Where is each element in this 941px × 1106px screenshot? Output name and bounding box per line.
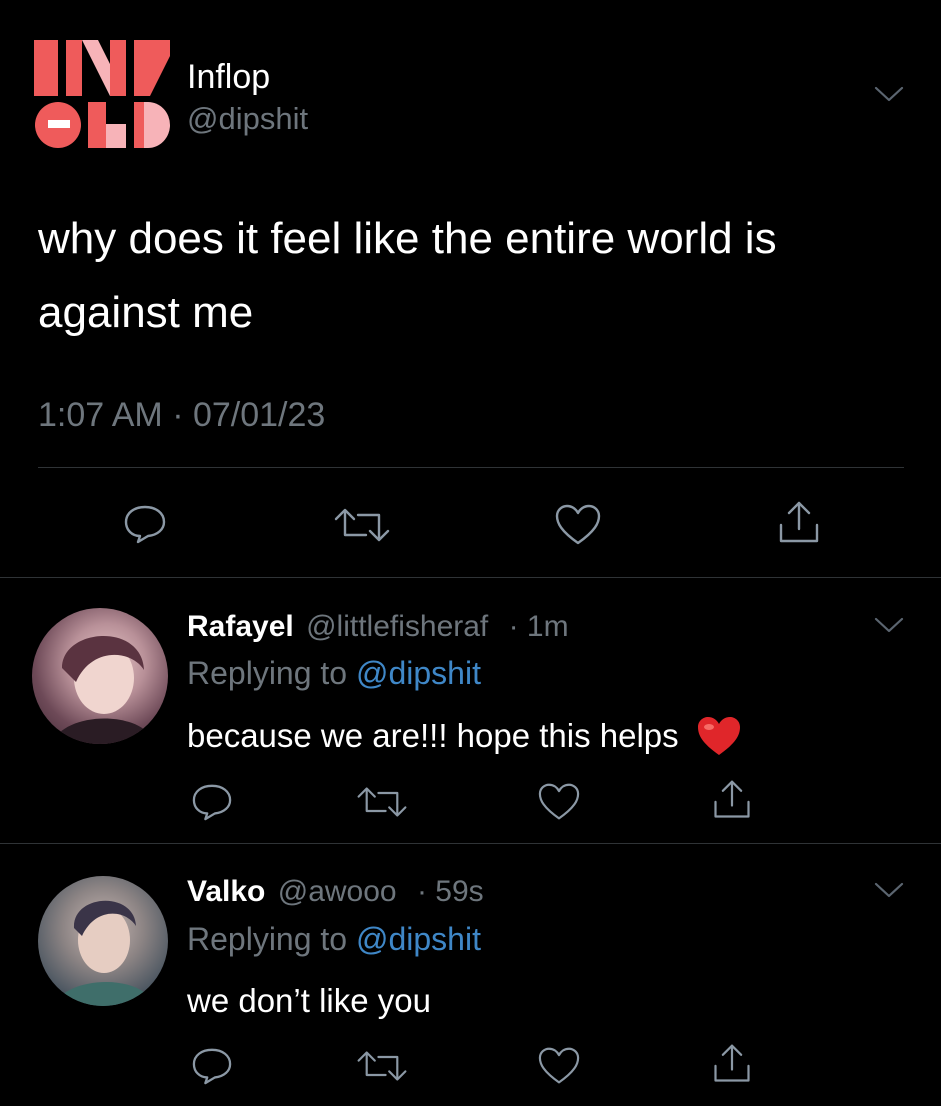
- inflop-logo-avatar[interactable]: [34, 40, 174, 150]
- author-handle[interactable]: @dipshit: [187, 101, 308, 137]
- like-icon[interactable]: [536, 782, 582, 822]
- share-icon[interactable]: [775, 499, 823, 547]
- reply-header: Valko @awooo · 59s: [187, 875, 484, 909]
- retweet-icon[interactable]: [355, 784, 409, 820]
- retweet-icon[interactable]: [332, 505, 392, 545]
- chevron-down-icon[interactable]: [872, 84, 906, 104]
- like-icon[interactable]: [536, 1046, 582, 1086]
- avatar[interactable]: [32, 608, 168, 744]
- reply-text-content: because we are!!! hope this helps: [187, 717, 679, 754]
- user-portrait-icon: [54, 900, 154, 1006]
- share-icon[interactable]: [710, 1042, 754, 1086]
- replying-to-label: Replying to: [187, 921, 348, 957]
- share-icon[interactable]: [710, 778, 754, 822]
- divider: [0, 843, 941, 844]
- reply-icon[interactable]: [190, 1046, 234, 1086]
- reply-time: · 1m: [508, 610, 569, 643]
- author-display-name[interactable]: Inflop: [187, 58, 270, 97]
- replying-to-handle[interactable]: @dipshit: [356, 655, 481, 691]
- reply-handle[interactable]: @littlefisheraf: [306, 610, 488, 643]
- replying-to: Replying to @dipshit: [187, 655, 481, 692]
- reply-text: because we are!!! hope this helps: [187, 715, 742, 757]
- chevron-down-icon[interactable]: [872, 615, 906, 635]
- reply-icon[interactable]: [122, 503, 168, 545]
- divider: [38, 467, 904, 468]
- replying-to-handle[interactable]: @dipshit: [356, 921, 481, 957]
- reply-text: we don’t like you: [187, 982, 431, 1019]
- retweet-icon[interactable]: [355, 1048, 409, 1084]
- reply-time: · 59s: [416, 875, 484, 908]
- tweet-timestamp: 1:07 AM · 07/01/23: [38, 396, 326, 434]
- reply-display-name[interactable]: Rafayel: [187, 610, 294, 643]
- replying-to-label: Replying to: [187, 655, 348, 691]
- reply-display-name[interactable]: Valko: [187, 875, 265, 908]
- reply-icon[interactable]: [190, 782, 234, 822]
- reply-header: Rafayel @littlefisheraf · 1m: [187, 610, 569, 644]
- tweet-text: why does it feel like the entire world i…: [38, 214, 777, 337]
- chevron-down-icon[interactable]: [872, 880, 906, 900]
- divider: [0, 577, 941, 578]
- replying-to: Replying to @dipshit: [187, 921, 481, 958]
- like-icon[interactable]: [553, 503, 603, 547]
- avatar[interactable]: [38, 876, 168, 1006]
- reply-handle[interactable]: @awooo: [278, 875, 397, 908]
- user-portrait-icon: [52, 635, 156, 744]
- red-heart-emoji-icon: [697, 717, 740, 755]
